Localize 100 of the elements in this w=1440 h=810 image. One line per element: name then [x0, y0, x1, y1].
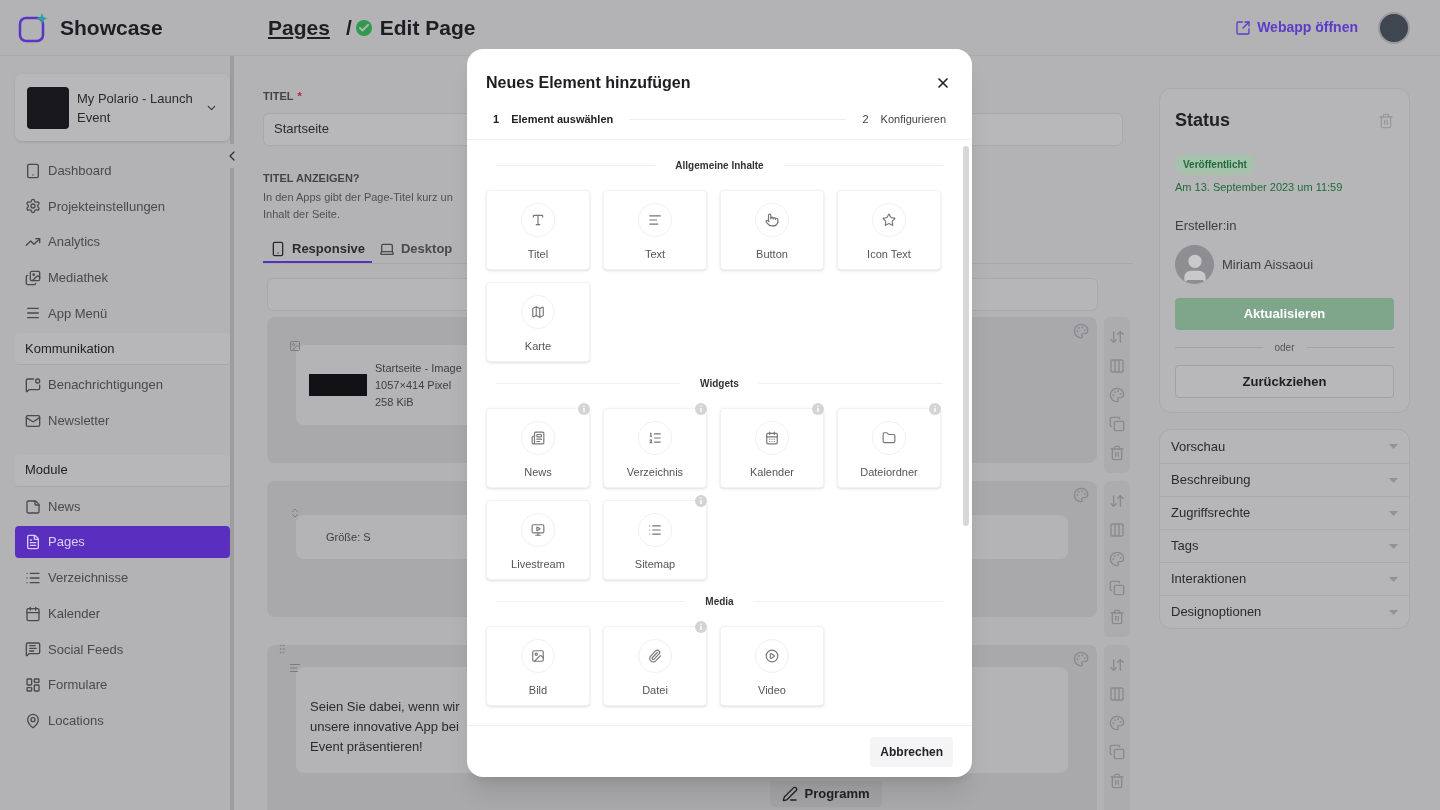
sidebar-item[interactable]: Mediathek — [15, 261, 230, 294]
newspaper-icon — [531, 430, 545, 445]
sidebar-item[interactable]: Social Feeds — [15, 633, 230, 666]
accordion-header[interactable]: Tags — [1160, 529, 1409, 562]
chat-icon — [25, 641, 41, 658]
element-tile[interactable]: Bild — [486, 625, 590, 706]
text-content: Seien Sie dabei, wenn wir unsere innovative App bei Event präsentieren! — [310, 698, 461, 756]
project-card[interactable]: My Polario - Launch Event — [15, 74, 230, 141]
palette-icon[interactable] — [1109, 551, 1125, 567]
dialog-title: Neues Element hinzufügen — [486, 73, 691, 93]
copy-icon[interactable] — [1109, 416, 1125, 432]
project-name: My Polario - Launch Event — [77, 89, 194, 127]
element-tile[interactable]: Livestream — [486, 499, 590, 580]
withdraw-button[interactable]: Zurückziehen — [1175, 365, 1394, 398]
caret-icon — [1389, 576, 1398, 582]
trash-icon[interactable] — [1109, 445, 1125, 461]
help-text: In den Apps gibt der Page-Titel kurz un Inhalt der Seite. — [263, 190, 453, 222]
caret-icon — [1389, 609, 1398, 615]
palette-icon[interactable] — [1109, 715, 1125, 731]
sidebar-item[interactable]: Locations — [15, 704, 230, 737]
element-tile[interactable]: Icon Text — [837, 189, 941, 270]
play-icon — [765, 648, 779, 663]
sidebar-section-heading: Module — [15, 454, 230, 487]
copy-icon[interactable] — [1109, 744, 1125, 760]
wizard-step: 1 Element auswählen — [493, 111, 614, 128]
sidebar-item[interactable]: Verzeichnisse — [15, 561, 230, 594]
type-icon — [531, 212, 545, 227]
paperclip-icon — [648, 648, 662, 663]
palette-icon[interactable] — [1073, 487, 1089, 503]
sidebar-item[interactable]: Projekteinstellungen — [15, 190, 230, 223]
gear-icon — [25, 198, 41, 215]
sidebar-item[interactable]: Pages — [15, 526, 230, 559]
breadcrumb-separator: / — [345, 14, 352, 41]
list-icon — [648, 430, 662, 445]
element-tile[interactable]: Video — [720, 625, 824, 706]
text-icon — [289, 662, 301, 674]
reorder-icon[interactable] — [1109, 493, 1125, 509]
drag-handle-icon[interactable] — [276, 643, 288, 655]
accordion-header[interactable]: Interaktionen — [1160, 562, 1409, 595]
trash-icon[interactable] — [1109, 773, 1125, 789]
sidebar-item[interactable]: Kalender — [15, 597, 230, 630]
sidebar-item[interactable]: Formulare — [15, 668, 230, 701]
field-label: TITEL — [263, 89, 294, 104]
breadcrumb-link[interactable]: Pages — [268, 11, 330, 44]
image-title: Startseite - Image — [375, 360, 462, 376]
sidebar-item[interactable]: App Menü — [15, 297, 230, 330]
document-icon — [25, 534, 41, 551]
sidebar-item[interactable]: Benachrichtigungen — [15, 369, 230, 402]
sidebar-item[interactable]: Newsletter — [15, 404, 230, 437]
view-tab[interactable]: Desktop — [372, 237, 460, 263]
status-title: Status — [1175, 109, 1230, 132]
list-icon — [648, 522, 662, 537]
pointer-icon — [765, 212, 779, 227]
trash-icon[interactable] — [1109, 609, 1125, 625]
program-button[interactable]: Programm — [770, 781, 882, 807]
mail-icon — [25, 412, 41, 429]
section-heading: Allgemeine Inhalte — [675, 158, 764, 173]
author-label: Ersteller:in — [1175, 216, 1238, 235]
note-icon — [25, 498, 41, 515]
play-screen-icon — [531, 522, 545, 537]
sidebar-item[interactable]: Analytics — [15, 226, 230, 259]
calendar-icon — [25, 605, 41, 622]
required-mark: * — [297, 89, 302, 104]
logo-icon — [18, 12, 48, 43]
phone-icon — [270, 241, 286, 257]
sidebar-item[interactable]: Dashboard — [15, 154, 230, 187]
columns-icon[interactable] — [1109, 522, 1125, 538]
accordion-header[interactable]: Zugriffsrechte — [1160, 496, 1409, 529]
columns-icon[interactable] — [1109, 686, 1125, 702]
copy-icon[interactable] — [1109, 580, 1125, 596]
columns-icon[interactable] — [1109, 358, 1125, 374]
caret-icon — [1389, 477, 1398, 483]
image-icon — [531, 648, 545, 663]
accordion-header[interactable]: Vorschau — [1160, 430, 1409, 463]
view-tab[interactable]: Responsive — [263, 237, 372, 263]
palette-icon[interactable] — [1109, 387, 1125, 403]
element-tile[interactable]: Karte — [486, 281, 590, 362]
caret-icon — [1389, 444, 1398, 449]
layout-icon — [25, 676, 41, 693]
accordion-header[interactable]: Beschreibung — [1160, 463, 1409, 496]
element-tile[interactable]: Titel — [486, 189, 590, 270]
sidebar-item[interactable]: News — [15, 490, 230, 523]
star-icon — [882, 212, 896, 227]
palette-icon[interactable] — [1073, 323, 1089, 339]
element-tile[interactable]: Text — [603, 189, 707, 270]
close-icon — [935, 75, 951, 91]
publish-date: Am 13. September 2023 um 11:59 — [1175, 180, 1344, 195]
user-avatar[interactable] — [1378, 11, 1410, 44]
cancel-button[interactable]: Abbrechen — [870, 736, 953, 767]
palette-icon[interactable] — [1073, 651, 1089, 667]
reorder-icon[interactable] — [1109, 657, 1125, 673]
element-tile[interactable]: Button — [720, 189, 824, 270]
trash-icon[interactable] — [1378, 112, 1394, 129]
reorder-icon[interactable] — [1109, 329, 1125, 345]
scrollbar-thumb[interactable] — [963, 145, 969, 526]
accordion-header[interactable]: Designoptionen — [1160, 595, 1409, 628]
caret-icon — [1389, 510, 1398, 516]
separator-text: oder — [1274, 341, 1295, 355]
sidebar-section-heading: Kommunikation — [15, 333, 230, 366]
images-icon — [25, 269, 41, 286]
